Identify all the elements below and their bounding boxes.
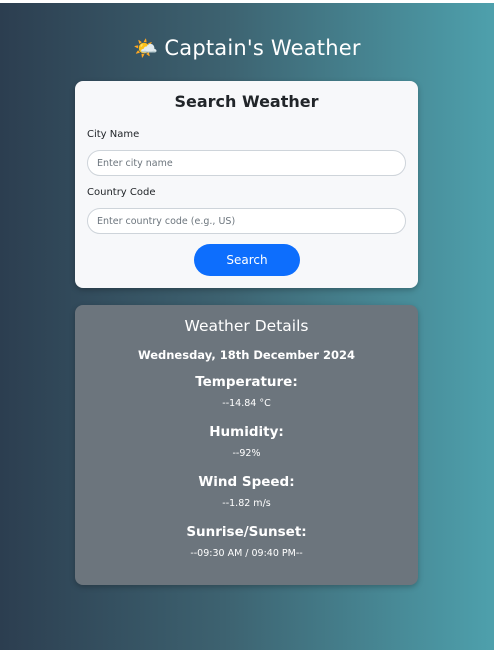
wind-speed-value: --1.82 m/s	[222, 498, 271, 509]
sunrise-sunset-value: --09:30 AM / 09:40 PM--	[190, 548, 303, 559]
weather-date: Wednesday, 18th December 2024	[137, 348, 356, 362]
city-name-input[interactable]	[87, 150, 406, 176]
country-code-label: Country Code	[87, 187, 156, 198]
sun-behind-cloud-icon: 🌤️	[133, 36, 159, 60]
wind-speed-label: Wind Speed:	[198, 474, 295, 490]
humidity-value: --92%	[232, 448, 261, 459]
city-name-label: City Name	[87, 129, 140, 140]
humidity-label: Humidity:	[209, 424, 284, 440]
app-title: 🌤️ Captain's Weather	[0, 36, 494, 60]
weather-details-card: Weather Details Wednesday, 18th December…	[75, 305, 418, 585]
weather-details-heading: Weather Details	[184, 317, 309, 335]
temperature-label: Temperature:	[195, 374, 298, 390]
temperature-value: --14.84 °C	[222, 398, 271, 409]
app-title-text: Captain's Weather	[164, 36, 361, 60]
country-code-input[interactable]	[87, 208, 406, 234]
search-button[interactable]: Search	[194, 244, 300, 276]
search-heading: Search Weather	[174, 92, 319, 111]
sunrise-sunset-label: Sunrise/Sunset:	[186, 524, 307, 540]
search-card: Search Weather City Name Country Code Se…	[75, 81, 418, 288]
